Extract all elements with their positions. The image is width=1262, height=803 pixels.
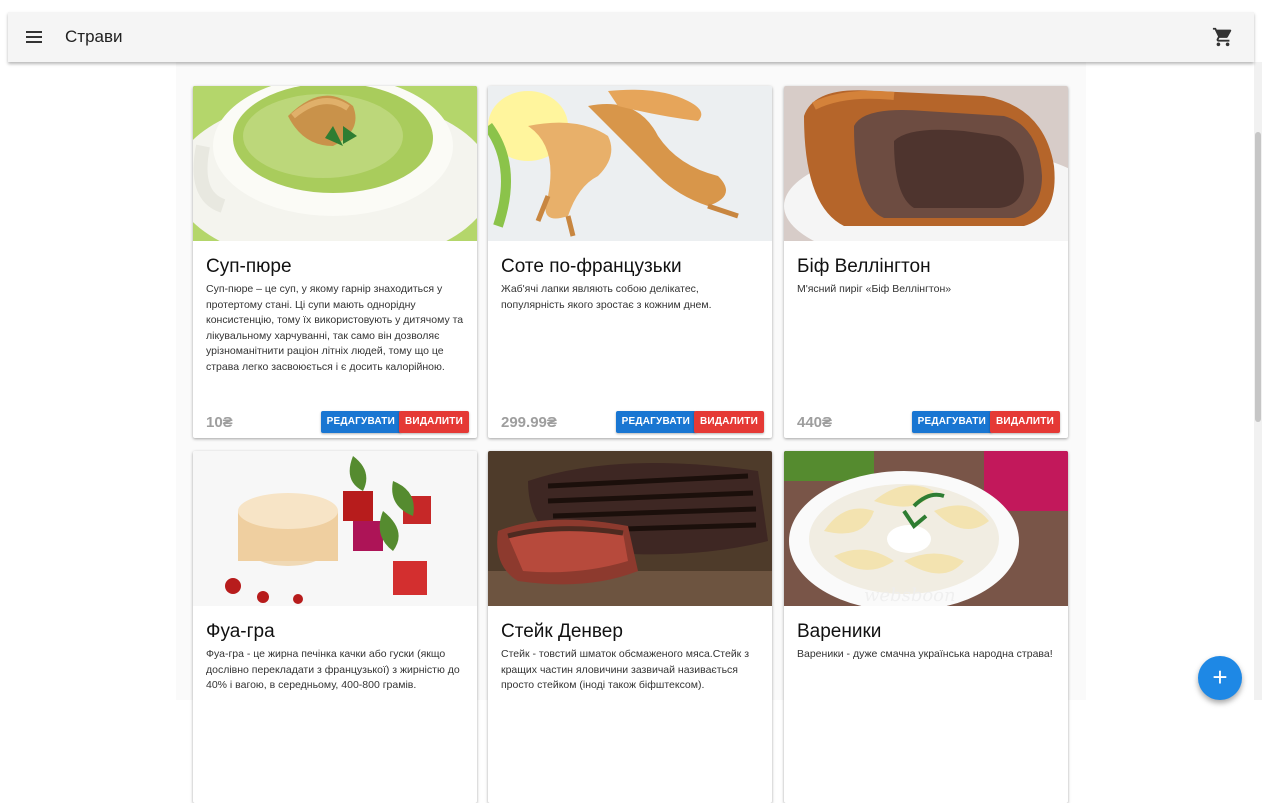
scrollbar[interactable] (1254, 62, 1262, 700)
dish-image (488, 451, 772, 606)
dish-description: Суп-пюре – це суп, у якому гарнір знаход… (206, 283, 464, 373)
watermark: websboon (864, 585, 956, 606)
dish-card: Фуа-гра Фуа-гра - це жирна печінка качки… (193, 451, 477, 803)
dish-card: Соте по-французьки Жаб'ячі лапки являють… (488, 86, 772, 438)
add-dish-button[interactable]: + (1198, 656, 1242, 700)
dish-price: 299.99₴ (501, 414, 557, 431)
scrollbar-thumb[interactable] (1255, 132, 1261, 422)
dish-description: Стейк - товстий шматок обсмаженого мяса.… (501, 648, 750, 691)
dish-image (488, 86, 772, 241)
dish-title: Вареники (797, 621, 882, 642)
delete-button[interactable]: ВИДАЛИТИ (399, 411, 469, 433)
dish-image (784, 86, 1068, 241)
dish-description: Вареники - дуже смачна українська народн… (797, 648, 1053, 660)
dish-price: 10₴ (206, 414, 233, 431)
dish-card: websboon Вареники Вареники - дуже смачна… (784, 451, 1068, 803)
dish-description: Жаб'ячі лапки являють собою делікатес, п… (501, 283, 712, 311)
dish-description: М'ясний пиріг «Біф Веллінгтон» (797, 283, 952, 295)
plus-icon: + (1212, 662, 1228, 692)
dish-title: Біф Веллінгтон (797, 256, 931, 277)
edit-button[interactable]: РЕДАГУВАТИ (320, 411, 401, 433)
delete-button[interactable]: ВИДАЛИТИ (990, 411, 1060, 433)
dish-card: Стейк Денвер Стейк - товстий шматок обсм… (488, 451, 772, 803)
dish-title: Суп-пюре (206, 256, 292, 277)
menu-icon[interactable] (22, 25, 46, 49)
app-bar: Страви (8, 12, 1254, 62)
edit-button[interactable]: РЕДАГУВАТИ (615, 411, 696, 433)
cart-icon[interactable] (1212, 26, 1234, 48)
dish-price: 440₴ (797, 414, 833, 431)
dish-title: Стейк Денвер (501, 621, 623, 642)
dish-image (193, 86, 477, 241)
dish-card: Біф Веллінгтон М'ясний пиріг «Біф Веллін… (784, 86, 1068, 438)
dish-image: websboon (784, 451, 1068, 606)
dish-title: Фуа-гра (206, 621, 275, 642)
dish-card: Суп-пюре Суп-пюре – це суп, у якому гарн… (193, 86, 477, 438)
delete-button[interactable]: ВИДАЛИТИ (694, 411, 764, 433)
page-title: Страви (65, 27, 123, 46)
dish-title: Соте по-французьки (501, 256, 682, 277)
dish-description: Фуа-гра - це жирна печінка качки або гус… (206, 648, 460, 691)
dish-image (193, 451, 477, 606)
edit-button[interactable]: РЕДАГУВАТИ (911, 411, 992, 433)
